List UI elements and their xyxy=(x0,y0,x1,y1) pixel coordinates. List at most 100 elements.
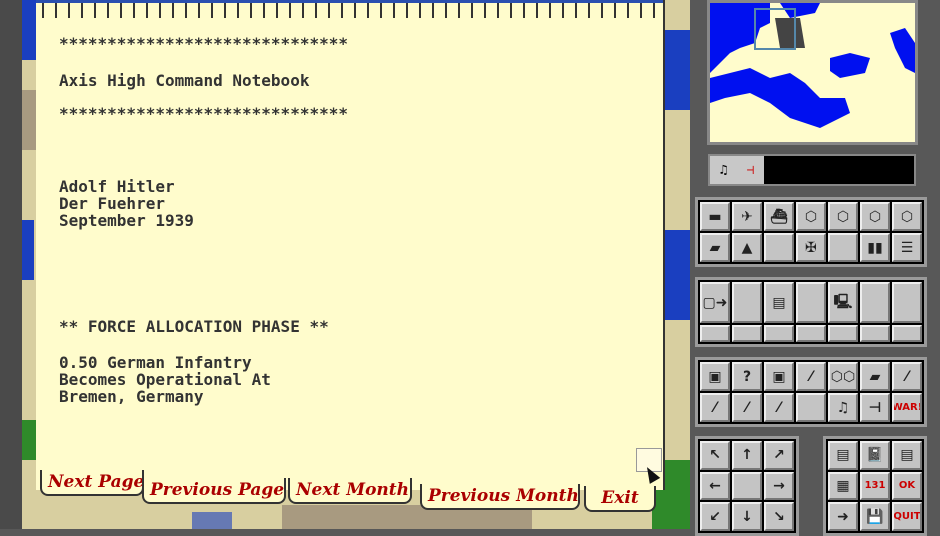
armor-hex-button[interactable]: ⬡ xyxy=(796,202,826,231)
terrain-toggle-button[interactable]: ⁄ xyxy=(796,362,826,391)
empty-button[interactable] xyxy=(860,282,890,323)
disk-icon: ▣ xyxy=(708,368,722,385)
quit-button[interactable]: QUIT xyxy=(892,502,922,531)
hex-grid-button[interactable]: ⬡⬡ xyxy=(828,362,858,391)
previous-page-tab[interactable]: Previous Page xyxy=(142,478,286,504)
transport-hex-button[interactable]: ⬡ xyxy=(892,202,922,231)
notebook-button[interactable]: 📓 xyxy=(860,441,890,470)
save-disk-button[interactable]: 💾 xyxy=(860,502,890,531)
arrow-down-right-icon: ↘ xyxy=(773,508,785,525)
question-hex-button[interactable]: ? xyxy=(732,362,762,391)
option-buttons: ▣? ▣ ⁄ ⬡⬡ ▰ ⁄ ⁄ ⁄ ⁄ ♫ ⊣ WAR! xyxy=(695,357,927,427)
exit-tab[interactable]: Exit xyxy=(584,486,656,512)
rail-hex-icon: ⬡ xyxy=(868,208,882,225)
rail-hex-button[interactable]: ⬡ xyxy=(860,202,890,231)
arrow-right-button[interactable]: → xyxy=(764,471,794,501)
brick-board-button[interactable]: ▤ xyxy=(828,441,858,470)
flag-toggle-2-button[interactable]: ⁄ xyxy=(764,393,794,422)
arrow-down-button[interactable]: ↓ xyxy=(732,502,762,531)
terrain-box-toggle-button[interactable]: ⁄ xyxy=(892,362,922,391)
truck-button[interactable]: ▰ xyxy=(700,233,730,262)
counter-131-button[interactable]: 131 xyxy=(860,471,890,501)
sound-button[interactable]: ⊣ xyxy=(860,393,890,422)
armor-hex-icon: ⬡ xyxy=(804,208,818,225)
arrow-up-right-icon: ↗ xyxy=(773,447,785,464)
next-month-tab[interactable]: Next Month xyxy=(288,478,412,504)
soldier-toggle-button[interactable]: ⁄ xyxy=(700,393,730,422)
end-turn-arrow-icon: ➜ xyxy=(837,508,849,525)
arrow-down-right-button[interactable]: ↘ xyxy=(764,502,794,531)
disks-button[interactable]: ▣ xyxy=(764,362,794,391)
war-button[interactable]: WAR! xyxy=(892,393,922,422)
sound-icon[interactable]: ⊣ xyxy=(747,163,755,178)
spiral-binding xyxy=(36,0,663,18)
aircraft-button[interactable]: ✈ xyxy=(732,202,762,231)
empty-button[interactable] xyxy=(828,233,858,262)
ok-button[interactable]: OK xyxy=(892,471,922,501)
board-button[interactable]: ▤ xyxy=(764,282,794,323)
arrow-down-left-button[interactable]: ↙ xyxy=(700,502,730,531)
empty-button[interactable] xyxy=(732,325,762,342)
terrain-box-toggle-icon: ⁄ xyxy=(905,368,909,385)
music-button[interactable]: ♫ xyxy=(828,393,858,422)
disk-button[interactable]: ▣ xyxy=(700,362,730,391)
ship-button[interactable]: ⛴ xyxy=(764,202,794,231)
empty-button[interactable] xyxy=(860,325,890,342)
supply-truck-button[interactable]: ▰ xyxy=(860,362,890,391)
arrow-up-right-button[interactable]: ↗ xyxy=(764,441,794,470)
brick-board-icon: ▤ xyxy=(836,447,850,464)
empty-button[interactable] xyxy=(764,233,794,262)
truck-icon: ▰ xyxy=(709,239,721,256)
empty-button[interactable] xyxy=(796,393,826,422)
empty-button[interactable] xyxy=(892,325,922,342)
board-icon: ▤ xyxy=(772,294,786,311)
terrain-button[interactable]: ▲ xyxy=(732,233,762,262)
tank-button[interactable]: ▬ xyxy=(700,202,730,231)
command-buttons: ▤ 📓 ▤ ▦ 131 OK ➜ 💾 QUIT xyxy=(823,436,927,536)
blue-panels-button[interactable]: ▮▮ xyxy=(860,233,890,262)
move-out-button[interactable]: ▢➜ xyxy=(700,282,730,323)
notebook-title: Axis High Command Notebook xyxy=(59,71,310,90)
music-icon[interactable]: ♫ xyxy=(720,163,728,178)
transport-hex-icon: ⬡ xyxy=(900,208,914,225)
arrow-up-button[interactable]: ↑ xyxy=(732,441,762,470)
computer-icon: 🖳 xyxy=(833,293,853,310)
minimap-europe xyxy=(710,3,915,128)
soldier-toggle-icon: ⁄ xyxy=(713,399,717,416)
empty-button[interactable] xyxy=(892,282,922,323)
empty-button[interactable] xyxy=(732,282,762,323)
message-line-2: Becomes Operational At xyxy=(59,370,271,389)
arrow-right-icon: → xyxy=(773,477,785,494)
question-hex-icon: ? xyxy=(742,368,752,385)
monitor-button[interactable]: ▦ xyxy=(828,471,858,501)
list-button[interactable]: ☰ xyxy=(892,233,922,262)
minimap[interactable] xyxy=(707,0,918,145)
empty-button[interactable] xyxy=(796,325,826,342)
author-name: Adolf Hitler xyxy=(59,177,175,196)
hex-grid-icon: ⬡⬡ xyxy=(830,368,856,385)
counter-131-icon: 131 xyxy=(864,480,886,492)
empty-button[interactable] xyxy=(700,325,730,342)
computer-button[interactable]: 🖳 xyxy=(828,282,858,323)
arrow-left-button[interactable]: ← xyxy=(700,471,730,501)
next-page-tab[interactable]: Next Page xyxy=(40,470,144,496)
phase-heading: ** FORCE ALLOCATION PHASE ** xyxy=(59,317,329,336)
previous-month-tab[interactable]: Previous Month xyxy=(420,484,580,510)
stars-bottom: ****************************** xyxy=(59,104,348,123)
note-button[interactable]: ▤ xyxy=(892,441,922,470)
war-icon: WAR! xyxy=(892,402,922,413)
fleet-hex-icon: ⬡ xyxy=(836,208,850,225)
fleet-hex-button[interactable]: ⬡ xyxy=(828,202,858,231)
unit-type-buttons: ▬ ✈ ⛴ ⬡ ⬡ ⬡ ⬡ ▰ ▲ ✠ ▮▮ ☰ xyxy=(695,197,927,267)
end-turn-arrow-button[interactable]: ➜ xyxy=(828,502,858,531)
empty-button[interactable] xyxy=(764,325,794,342)
empty-button[interactable] xyxy=(796,282,826,323)
aircraft-icon: ✈ xyxy=(741,208,753,225)
iron-cross-icon: ✠ xyxy=(805,239,817,256)
tank-icon: ▬ xyxy=(708,208,722,225)
empty-button[interactable] xyxy=(828,325,858,342)
empty-button[interactable] xyxy=(732,471,762,501)
arrow-up-left-button[interactable]: ↖ xyxy=(700,441,730,470)
iron-cross-button[interactable]: ✠ xyxy=(796,233,826,262)
flag-toggle-button[interactable]: ⁄ xyxy=(732,393,762,422)
